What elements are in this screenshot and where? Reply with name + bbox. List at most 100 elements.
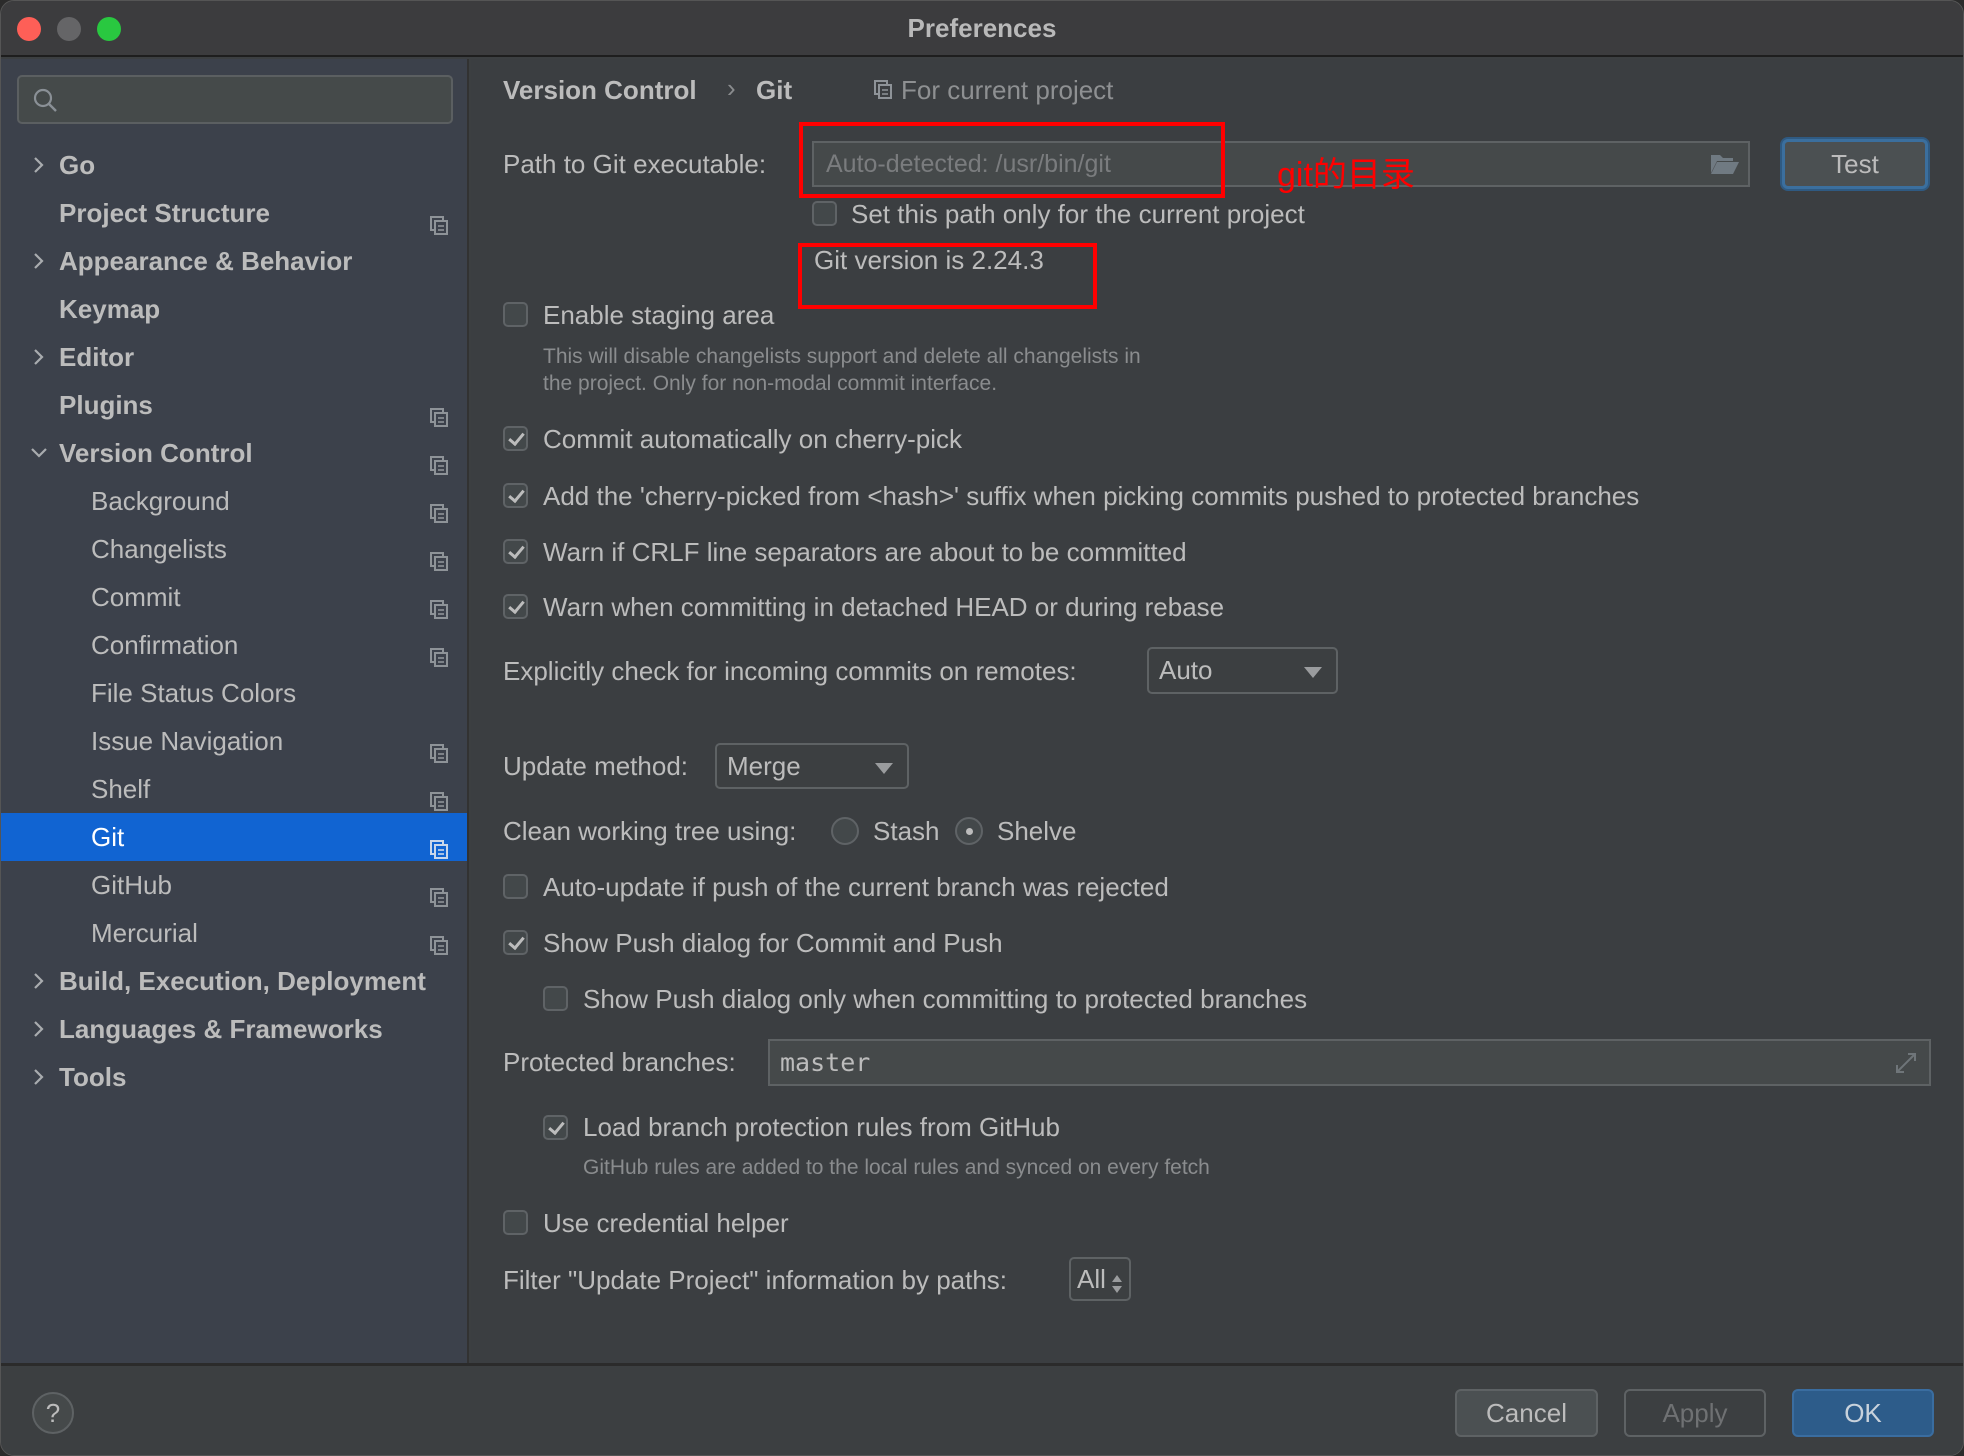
chevron-right-icon[interactable] xyxy=(29,1005,49,1053)
sidebar-item-file-status-colors[interactable]: File Status Colors xyxy=(1,669,467,717)
sidebar-item-label: Tools xyxy=(59,1062,127,1092)
sidebar-item-label: Background xyxy=(91,486,230,516)
window-title: Preferences xyxy=(907,13,1057,43)
warn-detached-label[interactable]: Warn when committing in detached HEAD or… xyxy=(543,592,1224,622)
test-button[interactable]: Test xyxy=(1782,139,1928,189)
commit-cherry-pick-checkbox[interactable] xyxy=(503,426,528,451)
show-push-protected-checkbox[interactable] xyxy=(543,986,568,1011)
show-push-dialog-label[interactable]: Show Push dialog for Commit and Push xyxy=(543,928,1003,958)
sidebar-item-label: Confirmation xyxy=(91,630,239,660)
filter-paths-value: All xyxy=(1077,1264,1106,1294)
sidebar-item-project-structure[interactable]: Project Structure xyxy=(1,189,467,237)
sidebar-item-version-control[interactable]: Version Control xyxy=(1,429,467,477)
sidebar-item-background[interactable]: Background xyxy=(1,477,467,525)
protected-branches-input[interactable]: master xyxy=(768,1039,1931,1086)
cherry-suffix-label[interactable]: Add the 'cherry-picked from <hash>' suff… xyxy=(543,481,1639,511)
sidebar-item-build-execution-deployment[interactable]: Build, Execution, Deployment xyxy=(1,957,467,1005)
sidebar-item-changelists[interactable]: Changelists xyxy=(1,525,467,573)
updown-icon xyxy=(1111,1267,1123,1307)
chevron-right-icon[interactable] xyxy=(29,237,49,285)
auto-update-checkbox[interactable] xyxy=(503,874,528,899)
breadcrumb-separator: › xyxy=(727,73,736,103)
show-push-protected-label[interactable]: Show Push dialog only when committing to… xyxy=(583,984,1307,1014)
sidebar-item-github[interactable]: GitHub xyxy=(1,861,467,909)
chevron-down-icon[interactable] xyxy=(29,429,49,477)
project-scope-icon xyxy=(430,491,449,523)
load-protection-rules-label[interactable]: Load branch protection rules from GitHub xyxy=(583,1112,1060,1142)
warn-detached-checkbox[interactable] xyxy=(503,594,528,619)
incoming-commits-label: Explicitly check for incoming commits on… xyxy=(503,656,1077,686)
sidebar-item-keymap[interactable]: Keymap xyxy=(1,285,467,333)
sidebar-item-mercurial[interactable]: Mercurial xyxy=(1,909,467,957)
title-bar: Preferences xyxy=(1,1,1963,57)
sidebar-item-label: Mercurial xyxy=(91,918,198,948)
sidebar-item-label: Issue Navigation xyxy=(91,726,284,756)
expand-icon[interactable] xyxy=(1894,1051,1918,1080)
sidebar-item-label: File Status Colors xyxy=(91,678,297,708)
project-scope-icon xyxy=(430,443,449,475)
filter-paths-dropdown[interactable]: All xyxy=(1069,1257,1131,1301)
stash-label[interactable]: Stash xyxy=(873,816,940,846)
dialog-footer: ? Cancel Apply OK xyxy=(1,1363,1963,1455)
stash-radio[interactable] xyxy=(831,817,859,845)
load-protection-rules-checkbox[interactable] xyxy=(543,1115,568,1140)
sidebar-item-label: Version Control xyxy=(59,438,253,468)
chevron-down-icon xyxy=(1304,667,1322,678)
chevron-right-icon[interactable] xyxy=(29,957,49,1005)
sidebar-item-label: Build, Execution, Deployment xyxy=(59,966,426,996)
settings-search-input[interactable] xyxy=(17,75,453,124)
show-push-dialog-checkbox[interactable] xyxy=(503,930,528,955)
sidebar-item-appearance-behavior[interactable]: Appearance & Behavior xyxy=(1,237,467,285)
commit-cherry-pick-label[interactable]: Commit automatically on cherry-pick xyxy=(543,424,962,454)
annotation-path-note: git的目录 xyxy=(1277,156,1415,194)
staging-description-line2: the project. Only for non-modal commit i… xyxy=(543,372,998,395)
shelve-label[interactable]: Shelve xyxy=(997,816,1077,846)
settings-tree: Go Project Structure Appearance & Behavior… xyxy=(1,141,467,1101)
enable-staging-checkbox[interactable] xyxy=(503,302,528,327)
sidebar-item-confirmation[interactable]: Confirmation xyxy=(1,621,467,669)
project-scope-icon xyxy=(430,827,449,859)
chevron-right-icon[interactable] xyxy=(29,333,49,381)
incoming-commits-dropdown[interactable]: Auto xyxy=(1147,647,1338,694)
auto-update-label[interactable]: Auto-update if push of the current branc… xyxy=(543,872,1169,902)
warn-crlf-label[interactable]: Warn if CRLF line separators are about t… xyxy=(543,537,1187,567)
sidebar-item-issue-navigation[interactable]: Issue Navigation xyxy=(1,717,467,765)
sidebar-item-go[interactable]: Go xyxy=(1,141,467,189)
credential-helper-label[interactable]: Use credential helper xyxy=(543,1208,789,1238)
sidebar-item-git[interactable]: Git xyxy=(1,813,467,861)
credential-helper-checkbox[interactable] xyxy=(503,1210,528,1235)
sidebar-item-shelf[interactable]: Shelf xyxy=(1,765,467,813)
cancel-button[interactable]: Cancel xyxy=(1455,1389,1598,1437)
project-scope-icon xyxy=(430,395,449,427)
annotation-box-version xyxy=(798,243,1097,309)
set-path-only-checkbox[interactable] xyxy=(812,201,837,226)
staging-description-line1: This will disable changelists support an… xyxy=(543,345,1141,368)
set-path-only-label[interactable]: Set this path only for the current proje… xyxy=(851,199,1305,229)
sidebar-item-commit[interactable]: Commit xyxy=(1,573,467,621)
sidebar-item-editor[interactable]: Editor xyxy=(1,333,467,381)
filter-paths-label: Filter "Update Project" information by p… xyxy=(503,1265,1008,1295)
chevron-right-icon[interactable] xyxy=(29,1053,49,1101)
search-icon xyxy=(33,88,57,112)
help-button[interactable]: ? xyxy=(32,1392,74,1434)
path-label: Path to Git executable: xyxy=(503,149,767,179)
project-scope-icon xyxy=(430,779,449,811)
apply-button[interactable]: Apply xyxy=(1624,1389,1766,1437)
warn-crlf-checkbox[interactable] xyxy=(503,539,528,564)
project-scope-icon xyxy=(430,539,449,571)
breadcrumb-parent[interactable]: Version Control xyxy=(503,75,697,106)
project-scope-icon xyxy=(430,203,449,235)
sidebar-item-tools[interactable]: Tools xyxy=(1,1053,467,1101)
cherry-suffix-checkbox[interactable] xyxy=(503,483,528,508)
shelve-radio[interactable] xyxy=(955,817,983,845)
ok-button[interactable]: OK xyxy=(1792,1389,1934,1437)
protected-branches-label: Protected branches: xyxy=(503,1047,736,1077)
enable-staging-label[interactable]: Enable staging area xyxy=(543,300,774,330)
update-method-dropdown[interactable]: Merge xyxy=(715,743,909,789)
update-method-value: Merge xyxy=(727,751,801,781)
sidebar-item-plugins[interactable]: Plugins xyxy=(1,381,467,429)
sidebar-item-languages-frameworks[interactable]: Languages & Frameworks xyxy=(1,1005,467,1053)
sidebar-item-label: Project Structure xyxy=(59,198,270,228)
folder-icon[interactable] xyxy=(1710,153,1740,180)
chevron-right-icon[interactable] xyxy=(29,141,49,189)
